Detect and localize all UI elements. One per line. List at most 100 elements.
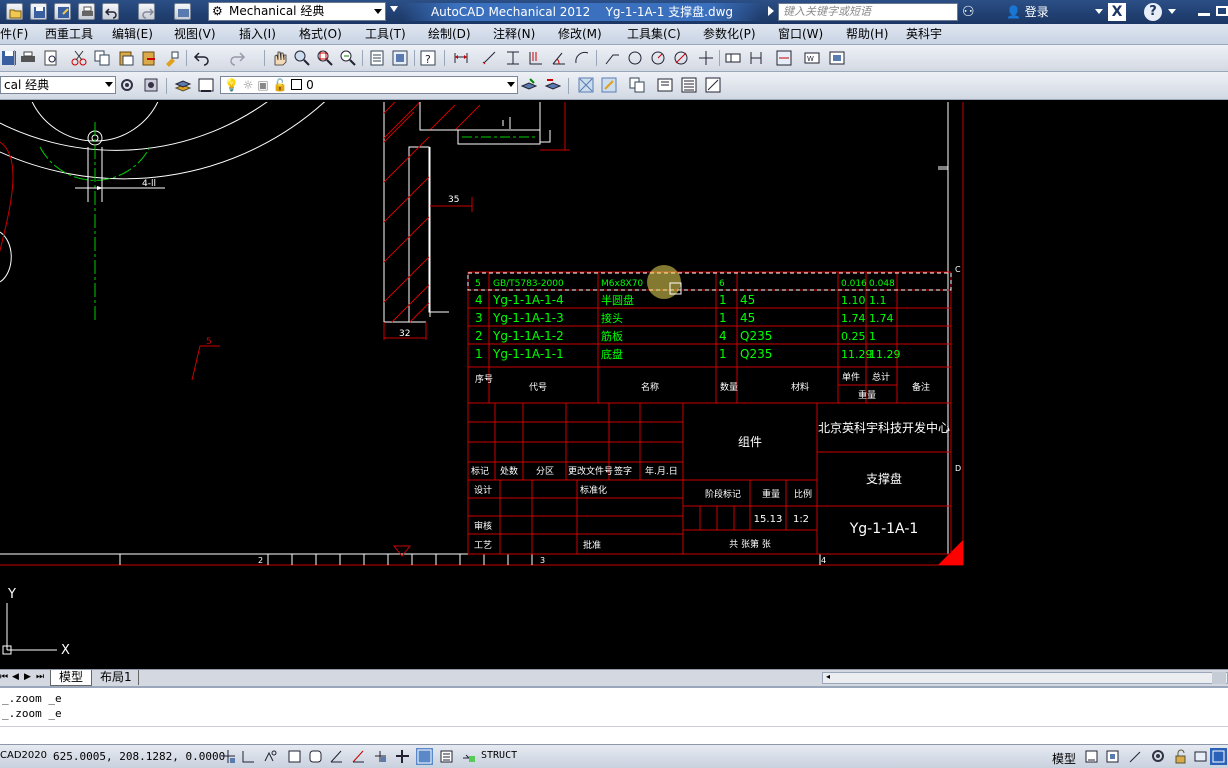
help-icon[interactable]: ? [419, 49, 437, 67]
redo-icon[interactable] [138, 3, 155, 20]
workspace-select[interactable]: ⚙ Mechanical 经典 [208, 2, 386, 21]
paste-icon[interactable] [117, 49, 135, 67]
quick-properties-icon[interactable] [438, 748, 455, 765]
scroll-left-icon[interactable]: ◂ [826, 672, 830, 681]
open-icon[interactable] [6, 3, 23, 20]
cut-icon[interactable] [70, 49, 88, 67]
redo-icon[interactable] [228, 49, 246, 67]
command-line[interactable]: _.zoom _e _.zoom _e [0, 686, 1228, 744]
model-space-button[interactable]: 模型 [1052, 750, 1076, 767]
dim-ordinate-icon[interactable] [504, 49, 522, 67]
print-preview-icon[interactable] [42, 49, 60, 67]
print-icon[interactable] [19, 49, 37, 67]
struct-toggle[interactable]: STRUCT [481, 750, 517, 761]
menu-modify[interactable]: 修改(M) [558, 27, 602, 42]
datum-icon[interactable] [747, 49, 765, 67]
center-mark-icon[interactable] [697, 49, 715, 67]
zoom-realtime-icon[interactable] [293, 49, 311, 67]
menu-yingkeyu[interactable]: 英科宇 [906, 27, 942, 42]
tolerance-icon[interactable] [724, 49, 742, 67]
dim-update-icon[interactable]: W [803, 49, 821, 67]
search-expand-icon[interactable] [768, 6, 774, 16]
print-icon[interactable] [78, 3, 95, 20]
layer-walk-icon[interactable] [656, 76, 674, 94]
properties-icon[interactable] [368, 49, 386, 67]
bom-table[interactable]: 5 GB/T5783-2000 M6x8X70 6 0.016 0.048 4 Yg-1-1A… [467, 265, 952, 404]
search-input[interactable]: 键入关键字或短语 [778, 3, 958, 21]
circle-icon[interactable] [626, 49, 644, 67]
tab-nav-next-icon[interactable]: ▶ [24, 671, 31, 684]
snap-mode-icon[interactable] [240, 748, 257, 765]
layer-merge-icon[interactable] [704, 76, 722, 94]
dim-linear-icon[interactable] [452, 49, 470, 67]
menu-tools[interactable]: 工具(T) [365, 27, 406, 42]
menu-help[interactable]: 帮助(H) [846, 27, 888, 42]
layer-isolate-icon[interactable] [577, 76, 595, 94]
diameter-icon[interactable] [672, 49, 690, 67]
workspace-settings-icon[interactable] [118, 76, 136, 94]
dim-edit-icon[interactable] [828, 49, 846, 67]
annotation-scale-icon[interactable] [1127, 748, 1144, 765]
save-icon[interactable] [0, 49, 18, 67]
tab-nav-first-icon[interactable]: ⏮ [0, 671, 8, 684]
layer-state-icon[interactable] [197, 76, 215, 94]
undo-icon[interactable] [102, 3, 119, 20]
workspace-combo[interactable]: cal 经典 [0, 76, 116, 94]
exchange-icon[interactable]: X [1108, 3, 1126, 21]
customize-arrow-icon[interactable] [390, 6, 398, 12]
menu-view[interactable]: 视图(V) [174, 27, 216, 42]
workspace-save-icon[interactable] [142, 76, 160, 94]
tab-model[interactable]: 模型 [50, 670, 93, 686]
object-snap-icon[interactable] [328, 748, 345, 765]
menu-file[interactable]: 件(F) [0, 27, 28, 42]
help-icon[interactable]: ? [1144, 3, 1162, 21]
toolbar-lock-icon[interactable] [1172, 748, 1189, 765]
copy-to-layer-icon[interactable] [628, 76, 646, 94]
layer-combo[interactable]: 💡 ☼ ▣ 🔓 0 [220, 76, 518, 94]
save-icon[interactable] [30, 3, 47, 20]
drawing-svg[interactable]: 4-ll 5 35 32 2 3 4 C D 5 GB/T5783-2000 M… [0, 102, 1228, 669]
pan-icon[interactable] [270, 49, 288, 67]
leader-icon[interactable] [603, 49, 621, 67]
menu-edit[interactable]: 编辑(E) [112, 27, 153, 42]
workspace-switching-icon[interactable] [1150, 748, 1167, 765]
dim-aligned-icon[interactable] [481, 49, 499, 67]
zoom-window-icon[interactable] [316, 49, 334, 67]
login-dropdown-icon[interactable] [1095, 9, 1103, 14]
tab-nav-prev-icon[interactable]: ◀ [12, 671, 19, 684]
menu-parametric[interactable]: 参数化(P) [703, 27, 756, 42]
save-as-icon[interactable] [54, 3, 71, 20]
hardware-acceleration-icon[interactable] [1192, 748, 1209, 765]
dynamic-ucs-icon[interactable] [372, 748, 389, 765]
menu-toolsets[interactable]: 工具集(C) [627, 27, 681, 42]
selection-cycling-icon[interactable] [460, 748, 477, 765]
scroll-thumb[interactable] [1212, 672, 1226, 684]
lineweight-icon[interactable] [416, 748, 433, 765]
horizontal-scrollbar[interactable] [822, 672, 1228, 684]
menu-draw[interactable]: 绘制(D) [428, 27, 471, 42]
grid-display-icon[interactable] [262, 748, 279, 765]
infer-constraints-icon[interactable] [220, 748, 237, 765]
layer-properties-icon[interactable] [174, 76, 192, 94]
quick-view-drawings-icon[interactable] [1104, 748, 1121, 765]
tab-layout1[interactable]: 布局1 [94, 670, 139, 685]
dim-arc-icon[interactable] [573, 49, 591, 67]
paste-special-icon[interactable] [140, 49, 158, 67]
menu-annotate[interactable]: 注释(N) [493, 27, 535, 42]
maximize-button[interactable] [1214, 0, 1228, 22]
object-snap-tracking-icon[interactable] [350, 748, 367, 765]
dim-baseline-icon[interactable] [527, 49, 545, 67]
coordinates-readout[interactable]: 625.0005, 208.1282, 0.0000 [53, 750, 225, 763]
plot-icon[interactable] [174, 3, 191, 20]
drawing-canvas[interactable]: 4-ll 5 35 32 2 3 4 C D 5 GB/T5783-2000 M… [0, 102, 1228, 669]
title-block[interactable]: 组件 北京英科宇科技开发中心 支撑盘 Yg-1-1A-1 阶段标记 重量 比例 … [467, 403, 952, 555]
dynamic-input-icon[interactable] [394, 748, 411, 765]
menu-format[interactable]: 格式(O) [299, 27, 342, 42]
zoom-previous-icon[interactable] [339, 49, 357, 67]
undo-icon[interactable] [193, 49, 211, 67]
layer-list-icon[interactable] [680, 76, 698, 94]
help-dropdown-icon[interactable] [1168, 9, 1176, 14]
command-input[interactable] [0, 726, 1228, 745]
clean-screen-icon[interactable] [1210, 748, 1227, 765]
layer-unisolate-icon[interactable] [600, 76, 618, 94]
